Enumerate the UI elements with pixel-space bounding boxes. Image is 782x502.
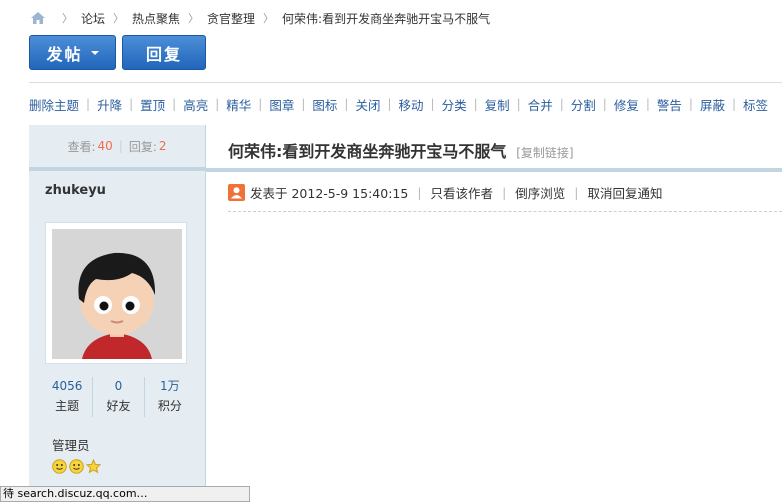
mod-digest[interactable]: 精华 (226, 95, 251, 114)
mod-separator: | (258, 97, 263, 111)
mod-category[interactable]: 分类 (442, 95, 467, 114)
mod-icon[interactable]: 图标 (312, 95, 337, 114)
breadcrumb-forum[interactable]: 论坛 (81, 10, 105, 27)
mod-separator: | (602, 97, 607, 111)
meta-separator: | (502, 184, 507, 200)
new-post-button[interactable]: 发帖 (29, 35, 116, 70)
mod-separator: | (559, 97, 564, 111)
mod-separator: | (215, 97, 220, 111)
divider (29, 82, 782, 83)
reply-button[interactable]: 回复 (122, 35, 206, 70)
mod-highlight[interactable]: 高亮 (183, 95, 208, 114)
breadcrumb-thread[interactable]: 何荣伟:看到开发商坐奔驰开宝马不服气 (282, 10, 490, 27)
mod-bump[interactable]: 升降 (97, 95, 122, 114)
mod-copy[interactable]: 复制 (485, 95, 510, 114)
mod-separator: | (172, 97, 177, 111)
cancel-notify-link[interactable]: 取消回复通知 (588, 183, 663, 202)
stat-value: 0 (114, 379, 123, 393)
reply-label: 回复 (145, 44, 182, 64)
author-stats: 4056 主题 0 好友 1万 积分 (42, 377, 195, 417)
mod-split[interactable]: 分割 (571, 95, 596, 114)
replies-count: 2 (158, 139, 167, 153)
author-role[interactable]: 管理员 (52, 435, 90, 454)
author-sidebar: 查看: 40 | 回复: 2 zhukeyu 4056 主题 0 好友 1万 积… (29, 125, 206, 502)
user-online-icon (228, 183, 245, 201)
reverse-order-link[interactable]: 倒序浏览 (515, 183, 565, 202)
mod-ban[interactable]: 屏蔽 (700, 95, 725, 114)
mod-stick[interactable]: 置顶 (140, 95, 165, 114)
mod-warn[interactable]: 警告 (657, 95, 682, 114)
author-stat-threads[interactable]: 4056 主题 (42, 377, 94, 417)
smiley-medal-icon (52, 459, 67, 474)
breadcrumb-hot-topics[interactable]: 热点聚焦 (132, 10, 180, 27)
mod-move[interactable]: 移动 (399, 95, 424, 114)
breadcrumb-board[interactable]: 贪官整理 (207, 10, 255, 27)
post-title: 何荣伟:看到开发商坐奔驰开宝马不服气 [复制链接] (228, 138, 574, 162)
mod-separator: | (516, 97, 521, 111)
breadcrumb: 〉 论坛 〉 热点聚焦 〉 贪官整理 〉 何荣伟:看到开发商坐奔驰开宝马不服气 (30, 9, 490, 27)
mod-tags[interactable]: 标签 (743, 95, 768, 114)
mod-separator: | (301, 97, 306, 111)
breadcrumb-separator: 〉 (188, 12, 200, 25)
thread-title: 何荣伟:看到开发商坐奔驰开宝马不服气 (228, 142, 507, 161)
breadcrumb-separator: 〉 (62, 12, 73, 25)
mod-separator: | (473, 97, 478, 111)
mod-separator: | (645, 97, 650, 111)
mod-stamp[interactable]: 图章 (269, 95, 294, 114)
mod-separator: | (731, 97, 736, 111)
copy-link-button[interactable]: [复制链接] (516, 146, 573, 160)
status-bar: 待 search.discuz.qq.com… (0, 486, 250, 502)
breadcrumb-separator: 〉 (263, 12, 275, 25)
avatar[interactable] (45, 222, 187, 364)
stats-separator: | (118, 139, 123, 153)
mod-separator: | (688, 97, 693, 111)
divider (228, 211, 782, 212)
meta-separator: | (574, 184, 579, 200)
star-medal-icon (86, 459, 101, 474)
divider (205, 168, 782, 172)
mod-separator: | (430, 97, 435, 111)
views-count: 40 (97, 139, 113, 153)
stat-label: 好友 (106, 399, 131, 413)
new-post-label: 发帖 (46, 44, 83, 64)
smiley-medal-icon (69, 459, 84, 474)
author-medals (52, 459, 101, 474)
stat-value: 1万 (160, 379, 180, 393)
moderation-toolbar: 删除主题 | 升降 | 置顶 | 高亮 | 精华 | 图章 | 图标 | 关闭 | 移动 | 分类… (29, 95, 768, 113)
replies-label: 回复: (128, 139, 157, 154)
author-username[interactable]: zhukeyu (45, 183, 106, 198)
thread-stats: 查看: 40 | 回复: 2 (29, 125, 205, 171)
post-date: 发表于 2012-5-9 15:40:15 (250, 185, 409, 201)
author-stat-friends[interactable]: 0 好友 (93, 377, 145, 417)
stat-value: 4056 (51, 379, 83, 393)
mod-close[interactable]: 关闭 (355, 95, 380, 114)
mod-merge[interactable]: 合并 (528, 95, 553, 114)
mod-separator: | (86, 97, 91, 111)
mod-separator: | (387, 97, 392, 111)
mod-separator: | (344, 97, 349, 111)
stat-label: 主题 (55, 399, 80, 413)
mod-separator: | (129, 97, 134, 111)
home-icon[interactable] (30, 11, 46, 25)
avatar-cartoon-icon (52, 229, 182, 359)
stat-label: 积分 (157, 399, 182, 413)
author-stat-credits[interactable]: 1万 积分 (145, 377, 195, 417)
views-label: 查看: (67, 139, 96, 154)
only-author-link[interactable]: 只看该作者 (431, 183, 494, 202)
breadcrumb-separator: 〉 (113, 12, 125, 25)
mod-repair[interactable]: 修复 (614, 95, 639, 114)
post-meta: 发表于 2012-5-9 15:40:15 | 只看该作者 | 倒序浏览 | 取… (228, 183, 663, 201)
caret-down-icon (90, 50, 99, 55)
mod-delete-thread[interactable]: 删除主题 (29, 95, 79, 114)
meta-separator: | (417, 184, 422, 200)
